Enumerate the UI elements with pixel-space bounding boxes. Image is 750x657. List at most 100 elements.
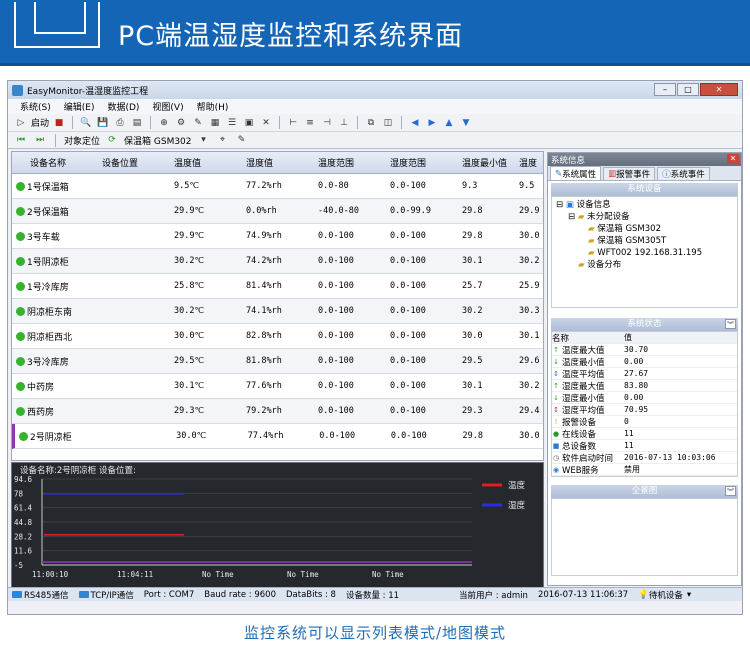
start-button[interactable]: 启动 [31, 116, 49, 129]
cell-hum: 79.2%rh [246, 406, 282, 416]
table-row[interactable]: 1号阴凉柜 30.2℃ 74.2%rh 0.0-100 0.0-100 30.1 30.2 [12, 249, 543, 274]
list-view-icon[interactable]: ☰ [225, 116, 239, 130]
group-icon[interactable]: ⧉ [364, 116, 378, 130]
col-name[interactable]: 设备名称 [12, 156, 102, 169]
cell-name: 阴凉柜西北 [12, 330, 102, 343]
stop-icon[interactable]: ■ [52, 116, 66, 130]
tools-icon[interactable]: ✎ [191, 116, 205, 130]
cell-hrange: 0.0-100 [390, 281, 426, 291]
cell-hrange: 0.0-100 [390, 431, 427, 441]
col-temp[interactable]: 温度值 [174, 156, 246, 169]
minimize-button[interactable]: – [654, 83, 676, 96]
ungroup-icon[interactable]: ◫ [381, 116, 395, 130]
device-selector[interactable]: 保温箱 GSM302 [124, 134, 192, 147]
table-row[interactable]: 1号冷库房 25.8℃ 81.4%rh 0.0-100 0.0-100 25.7 25.9 [12, 274, 543, 299]
close-button[interactable]: ✕ [700, 83, 738, 96]
tab-system-events[interactable]: ⓘ 系统事件 [657, 167, 710, 180]
print-icon[interactable]: ⎙ [113, 116, 127, 130]
table-row[interactable]: 1号保温箱 9.5℃ 77.2%rh 0.0-80 0.0-100 9.3 9.5 [12, 174, 543, 199]
delete-icon[interactable]: ✕ [259, 116, 273, 130]
table-row[interactable]: 2号阴凉柜 30.0℃ 77.4%rh 0.0-100 0.0-100 29.8 30.0 [12, 424, 543, 449]
tree-item[interactable]: ▰ 保温箱 GSM305T [556, 235, 733, 247]
table-row[interactable]: 阴凉柜西北 30.0℃ 82.8%rh 0.0-100 0.0-100 30.0 30.1 [12, 324, 543, 349]
tree-item[interactable]: ▰ 保温箱 GSM302 [556, 223, 733, 235]
col-tmin[interactable]: 温度最小值 [462, 156, 519, 169]
grid-icon[interactable]: ▦ [208, 116, 222, 130]
status-value: 0 [624, 417, 629, 426]
zoom-icon[interactable]: ⊕ [157, 116, 171, 130]
map-view-icon[interactable]: ▣ [242, 116, 256, 130]
x-tick-label: No Time [202, 570, 234, 579]
cell-temp: 30.0℃ [174, 331, 205, 341]
chevron-down-icon[interactable]: ▾ [687, 590, 691, 600]
overview-map[interactable] [551, 498, 738, 576]
tab-alarm-events[interactable]: ▥ 报警事件 [603, 167, 656, 180]
col-hum[interactable]: 湿度值 [246, 156, 318, 169]
cell-hrange: 0.0-100 [390, 381, 426, 391]
col-trange[interactable]: 温度范围 [318, 156, 390, 169]
maximize-button[interactable]: □ [677, 83, 699, 96]
page-icon[interactable]: ▤ [130, 116, 144, 130]
table-row[interactable]: 西药房 29.3℃ 79.2%rh 0.0-100 0.0-100 29.3 29.4 [12, 399, 543, 424]
online-status-icon [16, 181, 25, 191]
tree-item[interactable]: ▰ WFT002 192.168.31.195 [556, 247, 733, 259]
col-tmax[interactable]: 温度 [519, 156, 543, 169]
first-icon[interactable]: ⏮ [14, 133, 28, 147]
cell-temp: 29.9℃ [174, 206, 205, 216]
cell-tmax: 30.1 [519, 331, 540, 341]
search-icon[interactable]: 🔍 [79, 116, 93, 130]
table-row[interactable]: 阴凉柜东南 30.2℃ 74.1%rh 0.0-100 0.0-100 30.2 30.3 [12, 299, 543, 324]
tree-distribution[interactable]: ▰ 设备分布 [556, 259, 733, 271]
menu-system[interactable]: 系统(S) [20, 100, 51, 113]
col-hrange[interactable]: 湿度范围 [390, 156, 462, 169]
col-location[interactable]: 设备位置 [102, 156, 174, 169]
tree-group[interactable]: ⊟ ▰ 未分配设备 [556, 211, 733, 223]
locate-icon[interactable]: ⌖ [216, 133, 230, 147]
table-row[interactable]: 2号保温箱 29.9℃ 0.0%rh -40.0-80 0.0-99.9 29.8 29.9 [12, 199, 543, 224]
arrow-down-icon[interactable]: ▼ [459, 116, 473, 130]
status-icon: ↓ [553, 393, 559, 402]
edit-icon[interactable]: ✎ [235, 133, 249, 147]
status-icon: ■ [552, 441, 560, 450]
arrow-right-icon[interactable]: ▶ [425, 116, 439, 130]
cell-name: 1号阴凉柜 [12, 255, 102, 268]
align-left-icon[interactable]: ⊢ [286, 116, 300, 130]
tab-system-properties[interactable]: ✎ 系统属性 [550, 166, 602, 180]
status-value: 0.00 [624, 393, 644, 402]
menu-data[interactable]: 数据(D) [107, 100, 139, 113]
collapse-icon[interactable]: ︾ [725, 319, 736, 329]
locate-toolbar: ⏮ ⏭ 对象定位 ⟳ 保温箱 GSM302 ▾ ⌖ ✎ [8, 132, 742, 149]
collapse-icon[interactable]: ︾ [725, 486, 736, 496]
gear-icon[interactable]: ⚙ [174, 116, 188, 130]
table-row[interactable]: 中药房 30.1℃ 77.6%rh 0.0-100 0.0-100 30.1 30.2 [12, 374, 543, 399]
cell-tmin: 29.8 [462, 231, 483, 241]
tree-root[interactable]: ⊟ ▣ 设备信息 [556, 199, 733, 211]
cell-name: 1号冷库房 [12, 280, 102, 293]
status-row: ↕ 温度平均值 27.67 [552, 368, 737, 380]
status-icon: ↑ [553, 381, 559, 390]
cell-temp: 30.0℃ [176, 431, 207, 441]
chevron-down-icon[interactable]: ▾ [197, 133, 211, 147]
menu-edit[interactable]: 编辑(E) [64, 100, 95, 113]
table-row[interactable]: 3号冷库房 29.5℃ 81.8%rh 0.0-100 0.0-100 29.5 29.6 [12, 349, 543, 374]
refresh-icon[interactable]: ⟳ [105, 133, 119, 147]
align-center-icon[interactable]: ≡ [303, 116, 317, 130]
arrow-up-icon[interactable]: ▲ [442, 116, 456, 130]
section-system-status: 系统状态 ︾ [551, 318, 738, 331]
menu-view[interactable]: 视图(V) [152, 100, 183, 113]
align-bottom-icon[interactable]: ⊥ [337, 116, 351, 130]
start-icon[interactable]: ▷ [14, 116, 28, 130]
folder-icon: ▰ [578, 260, 585, 270]
align-right-icon[interactable]: ⊣ [320, 116, 334, 130]
online-status-icon [19, 431, 28, 441]
online-status-icon [16, 381, 25, 391]
table-row[interactable]: 3号车载 29.9℃ 74.9%rh 0.0-100 0.0-100 29.8 30.0 [12, 224, 543, 249]
cell-trange: 0.0-80 [318, 181, 349, 191]
online-status-icon [16, 206, 25, 216]
save-icon[interactable]: 💾 [96, 116, 110, 130]
last-icon[interactable]: ⏭ [33, 133, 47, 147]
cell-tmax: 30.0 [519, 431, 540, 441]
arrow-left-icon[interactable]: ◀ [408, 116, 422, 130]
menu-help[interactable]: 帮助(H) [197, 100, 229, 113]
panel-close-button[interactable]: ✕ [727, 154, 739, 164]
